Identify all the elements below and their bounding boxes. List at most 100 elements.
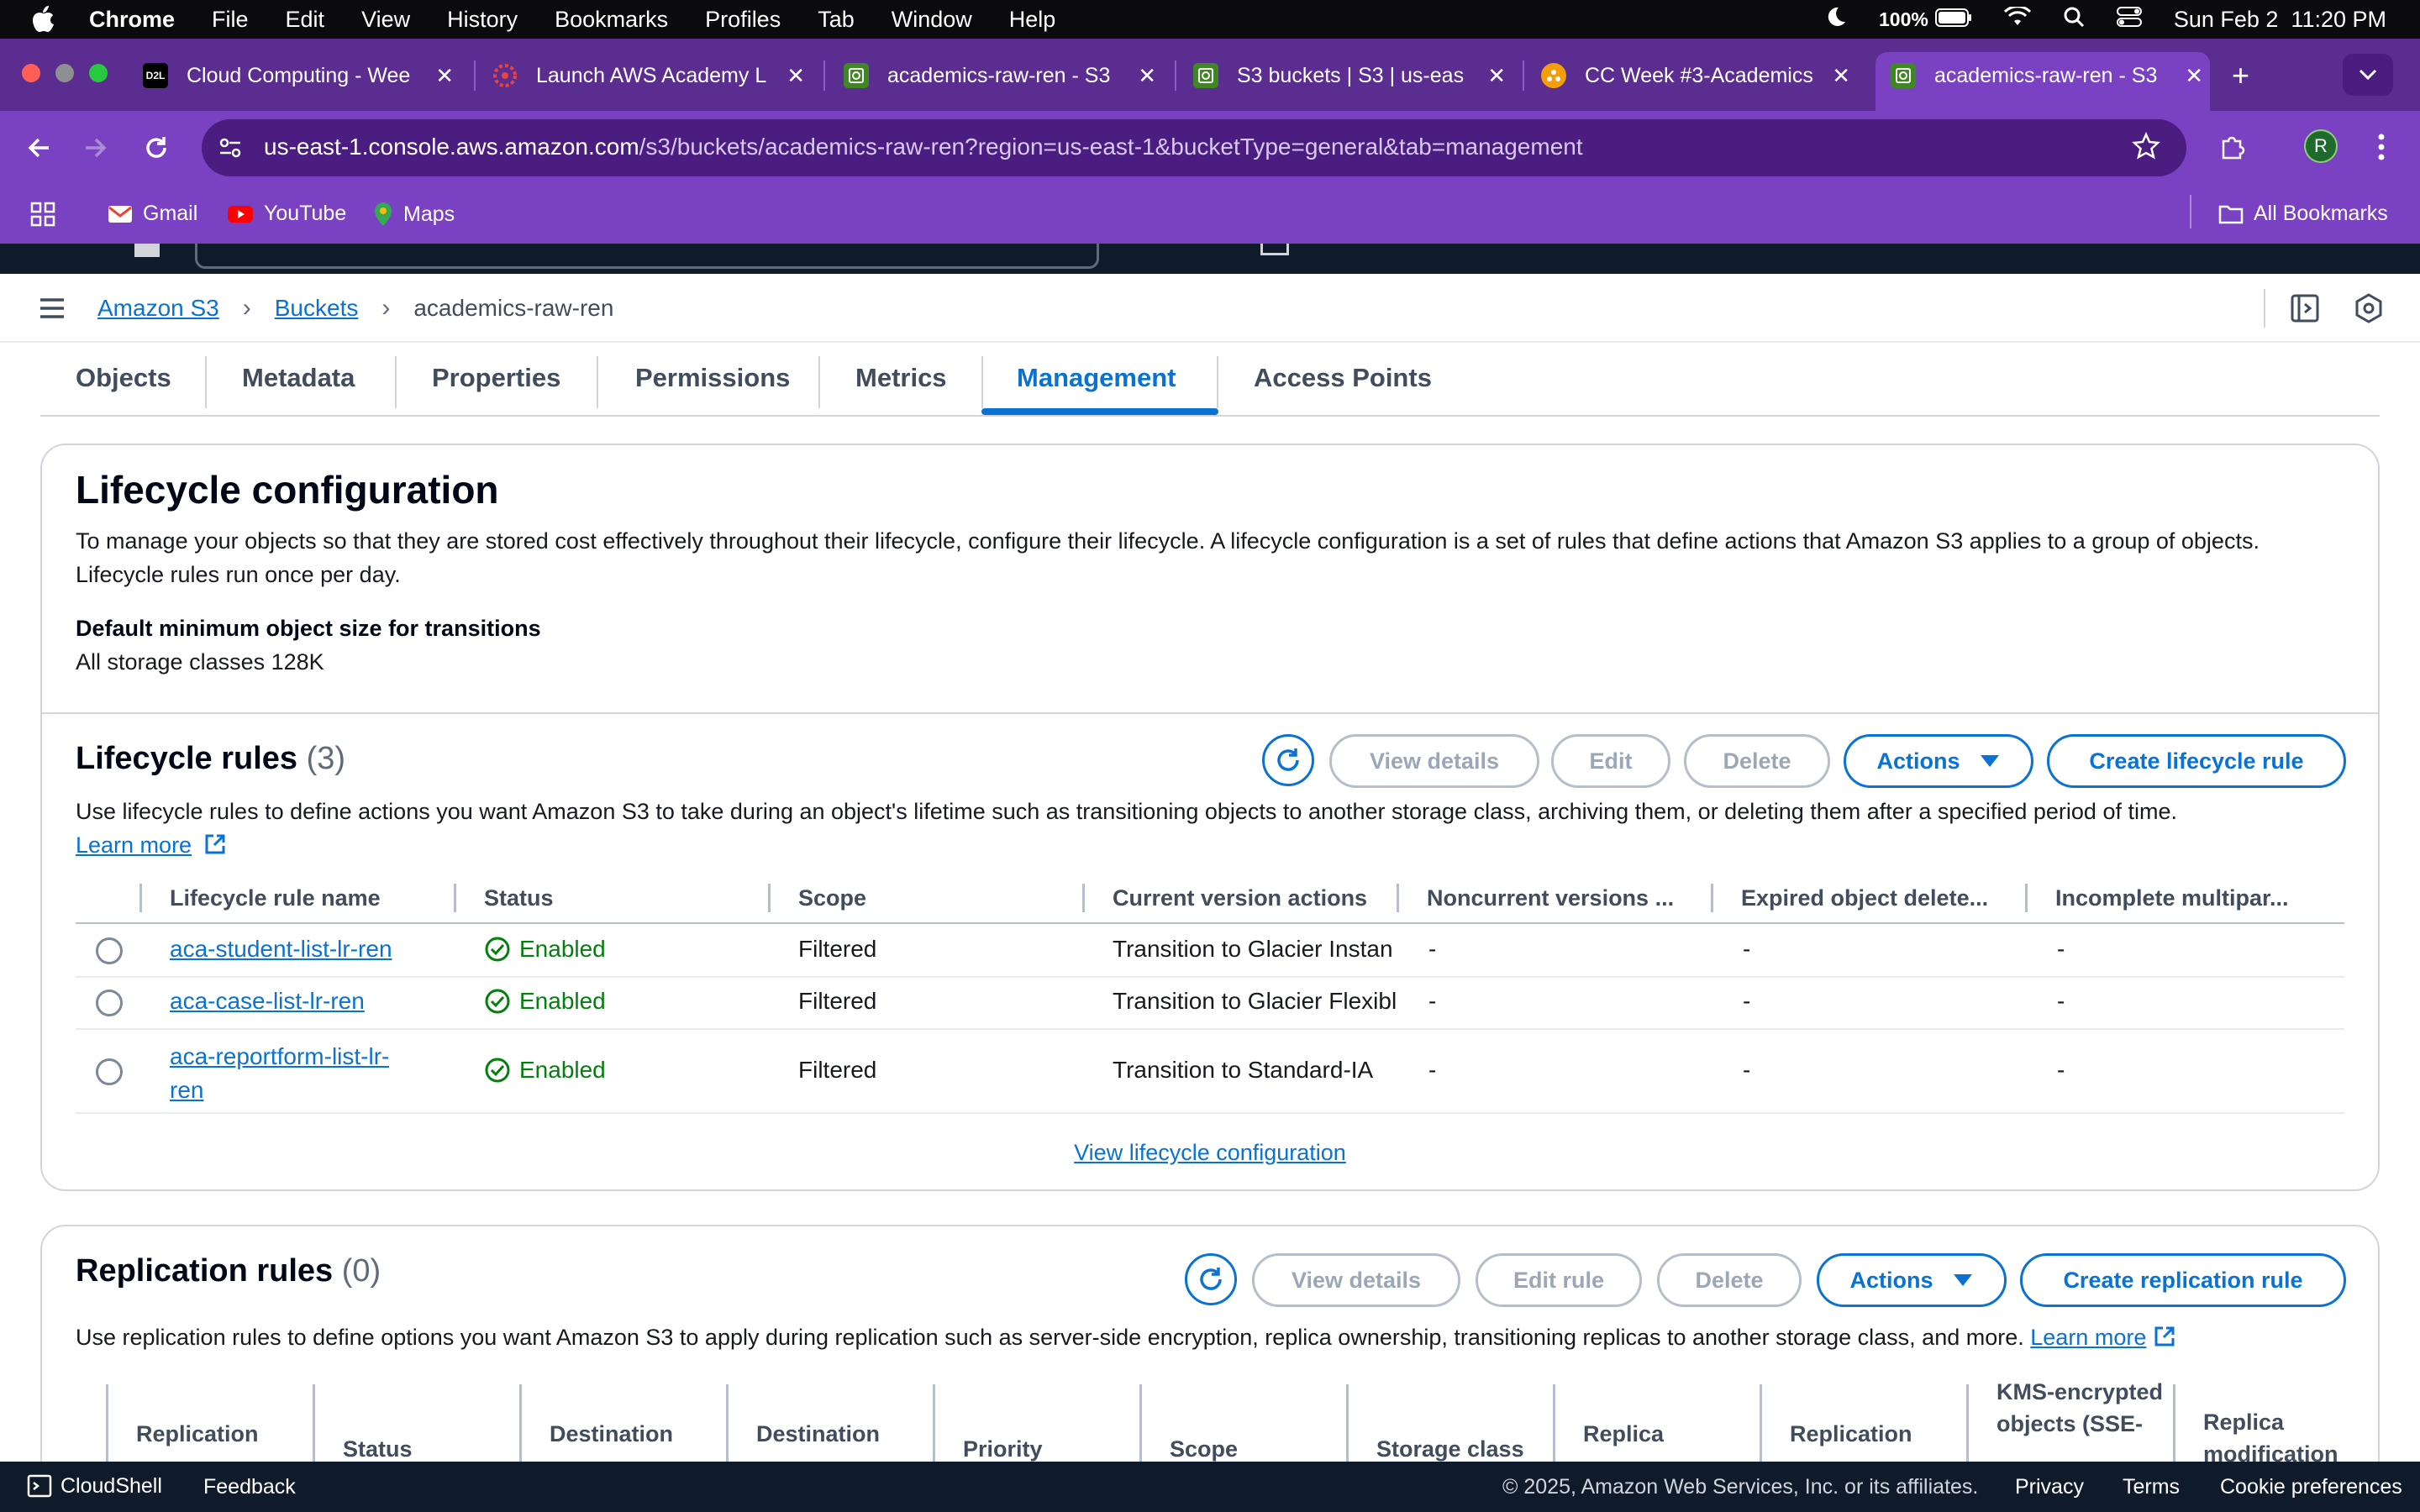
- menu-view[interactable]: View: [361, 7, 410, 33]
- battery-icon[interactable]: [1934, 7, 1972, 33]
- browser-tab-6-active[interactable]: academics-raw-ren - S3 ✕: [1891, 52, 2203, 99]
- tab-access-points[interactable]: Access Points: [1254, 363, 1432, 393]
- view-lifecycle-config-link[interactable]: View lifecycle configuration: [1074, 1140, 1346, 1165]
- cookie-preferences-link[interactable]: Cookie preferences: [2220, 1475, 2402, 1499]
- apple-logo-icon[interactable]: [30, 5, 59, 34]
- col-header-current-version[interactable]: Current version actions: [1113, 885, 1398, 911]
- spotlight-search-icon[interactable]: [2063, 6, 2085, 34]
- menu-history[interactable]: History: [447, 7, 518, 33]
- apps-grid-icon[interactable]: [30, 202, 55, 231]
- rep-col-replication-time[interactable]: Replication: [1790, 1421, 1912, 1447]
- window-minimize-button[interactable]: [55, 64, 74, 82]
- info-panel-icon[interactable]: [2289, 292, 2321, 328]
- settings-hexagon-icon[interactable]: [2353, 292, 2385, 328]
- all-bookmarks[interactable]: All Bookmarks: [2218, 202, 2388, 226]
- tab-close-icon[interactable]: ✕: [435, 63, 454, 89]
- services-menu-icon[interactable]: [134, 244, 160, 257]
- rep-col-replication[interactable]: Replication: [136, 1421, 259, 1447]
- col-header-expired[interactable]: Expired object delete...: [1741, 885, 2018, 911]
- column-separator[interactable]: [454, 884, 456, 912]
- rule-name-link[interactable]: aca-reportform-list-lr-: [170, 1043, 389, 1069]
- rep-col-priority[interactable]: Priority: [963, 1436, 1043, 1462]
- new-tab-button[interactable]: +: [2232, 52, 2265, 99]
- feedback-link[interactable]: Feedback: [203, 1475, 296, 1499]
- column-separator[interactable]: [1082, 884, 1085, 912]
- browser-tab-1[interactable]: D2L Cloud Computing - Wee ✕: [143, 52, 454, 99]
- tab-close-icon[interactable]: ✕: [2185, 63, 2203, 89]
- replication-delete-button[interactable]: Delete: [1657, 1253, 1802, 1307]
- replication-view-details-button[interactable]: View details: [1252, 1253, 1460, 1307]
- menu-help[interactable]: Help: [1009, 7, 1056, 33]
- console-search-input[interactable]: [195, 244, 1099, 269]
- edit-button[interactable]: Edit: [1551, 734, 1670, 788]
- create-lifecycle-rule-button[interactable]: Create lifecycle rule: [2047, 734, 2346, 788]
- menubar-datetime[interactable]: Sun Feb 2 11:20 PM: [2174, 7, 2386, 33]
- column-separator[interactable]: [2173, 1384, 2175, 1462]
- rule-name-link-wrap[interactable]: ren: [170, 1077, 203, 1103]
- chrome-menu-icon[interactable]: [2375, 133, 2388, 165]
- rule-name-link[interactable]: aca-case-list-lr-ren: [170, 988, 365, 1014]
- rep-col-storage-class[interactable]: Storage class: [1376, 1436, 1524, 1462]
- cloudshell-header-icon[interactable]: [1260, 244, 1289, 255]
- wifi-icon[interactable]: [2003, 4, 2031, 33]
- breadcrumb-buckets[interactable]: Buckets: [275, 295, 359, 322]
- tab-close-icon[interactable]: ✕: [786, 63, 805, 89]
- menu-edit[interactable]: Edit: [286, 7, 325, 33]
- actions-dropdown-button[interactable]: Actions: [1844, 734, 2033, 788]
- bookmark-maps[interactable]: Maps: [373, 202, 455, 227]
- rep-col-replica[interactable]: Replica: [1583, 1421, 1664, 1447]
- column-separator[interactable]: [1760, 1384, 1762, 1462]
- tab-search-button[interactable]: [2343, 54, 2393, 96]
- control-center-icon[interactable]: [2116, 6, 2142, 33]
- moon-icon[interactable]: [1825, 6, 1847, 34]
- row-select-radio[interactable]: [96, 990, 123, 1016]
- window-close-button[interactable]: [22, 64, 40, 82]
- rep-col-replica-modification[interactable]: Replica modification: [2203, 1406, 2371, 1462]
- column-separator[interactable]: [1139, 1384, 1142, 1462]
- profile-avatar[interactable]: R: [2304, 129, 2338, 163]
- extensions-puzzle-icon[interactable]: [2218, 131, 2249, 165]
- refresh-lifecycle-button[interactable]: [1262, 734, 1314, 786]
- column-separator[interactable]: [519, 1384, 522, 1462]
- refresh-replication-button[interactable]: [1185, 1253, 1237, 1305]
- terms-link[interactable]: Terms: [2123, 1475, 2180, 1499]
- column-separator[interactable]: [726, 1384, 729, 1462]
- breadcrumb-amazon-s3[interactable]: Amazon S3: [97, 295, 219, 322]
- menu-bookmarks[interactable]: Bookmarks: [555, 7, 668, 33]
- bookmark-youtube[interactable]: YouTube: [227, 202, 346, 226]
- col-header-scope[interactable]: Scope: [798, 885, 1076, 911]
- cloudshell-button[interactable]: CloudShell: [27, 1473, 162, 1499]
- col-header-rule-name[interactable]: Lifecycle rule name: [170, 885, 447, 911]
- menu-profiles[interactable]: Profiles: [705, 7, 781, 33]
- tab-close-icon[interactable]: ✕: [1832, 63, 1850, 89]
- menu-file[interactable]: File: [212, 7, 249, 33]
- rep-col-scope[interactable]: Scope: [1170, 1436, 1238, 1462]
- edit-rule-button[interactable]: Edit rule: [1476, 1253, 1642, 1307]
- tab-metadata[interactable]: Metadata: [242, 363, 355, 393]
- column-separator[interactable]: [313, 1384, 315, 1462]
- forward-arrow-icon[interactable]: [81, 133, 111, 167]
- reload-icon[interactable]: [141, 133, 171, 167]
- learn-more-link[interactable]: Learn more: [76, 828, 227, 862]
- column-separator[interactable]: [1966, 1384, 1969, 1462]
- rep-col-destination-2[interactable]: Destination: [756, 1421, 880, 1447]
- delete-button[interactable]: Delete: [1684, 734, 1830, 788]
- column-separator[interactable]: [2025, 884, 2028, 912]
- column-separator[interactable]: [768, 884, 771, 912]
- tab-management[interactable]: Management: [1017, 363, 1176, 393]
- tab-properties[interactable]: Properties: [432, 363, 560, 393]
- col-header-incomplete[interactable]: Incomplete multipar...: [2055, 885, 2341, 911]
- column-separator[interactable]: [933, 1384, 935, 1462]
- view-details-button[interactable]: View details: [1329, 734, 1539, 788]
- tab-objects[interactable]: Objects: [76, 363, 171, 393]
- rep-col-status[interactable]: Status: [343, 1436, 413, 1462]
- rep-col-destination-1[interactable]: Destination: [550, 1421, 673, 1447]
- url-text[interactable]: us-east-1.console.aws.amazon.com/s3/buck…: [264, 134, 1583, 160]
- column-separator[interactable]: [1711, 884, 1713, 912]
- rep-col-kms-encrypted[interactable]: KMS-encrypted objects (SSE-: [1996, 1376, 2165, 1462]
- column-separator[interactable]: [1553, 1384, 1555, 1462]
- browser-tab-5[interactable]: CC Week #3-Academics ✕: [1541, 52, 1850, 99]
- column-separator[interactable]: [1346, 1384, 1349, 1462]
- back-arrow-icon[interactable]: [24, 133, 54, 167]
- bookmark-gmail[interactable]: Gmail: [108, 202, 197, 226]
